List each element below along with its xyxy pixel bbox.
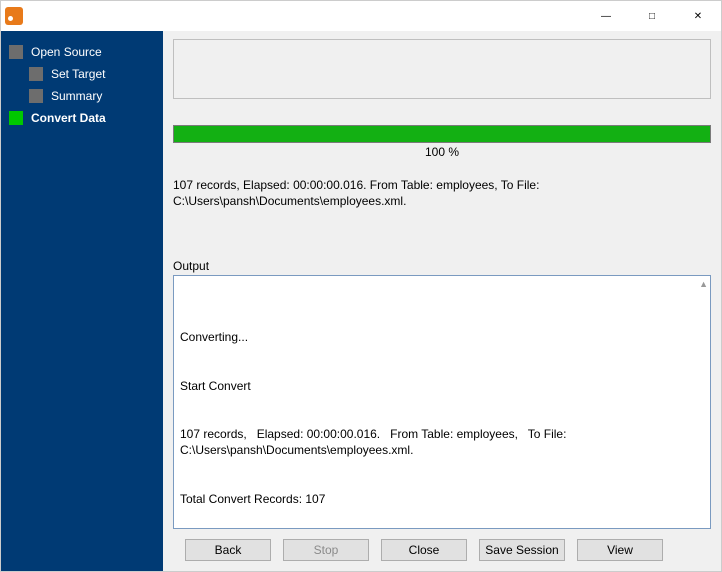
scroll-up-icon[interactable]: ▲ (699, 278, 708, 290)
close-button[interactable]: Close (381, 539, 467, 561)
step-icon (29, 67, 43, 81)
conversion-summary: 107 records, Elapsed: 00:00:00.016. From… (173, 177, 711, 209)
sidebar-item-label: Open Source (31, 45, 102, 59)
sidebar-item-summary[interactable]: Summary (1, 85, 163, 107)
app-icon (5, 7, 23, 25)
back-button[interactable]: Back (185, 539, 271, 561)
main-area: Open Source Set Target Summary Convert D… (1, 31, 721, 571)
button-row: Back Stop Close Save Session View (173, 529, 711, 565)
output-line: Start Convert (180, 378, 704, 394)
sidebar-item-label: Set Target (51, 67, 105, 81)
step-icon-active (9, 111, 23, 125)
sidebar-item-label: Summary (51, 89, 102, 103)
content-pane: 100 % 107 records, Elapsed: 00:00:00.016… (163, 31, 721, 571)
step-icon (29, 89, 43, 103)
close-window-button[interactable]: ✕ (675, 1, 721, 31)
step-icon (9, 45, 23, 59)
output-label: Output (173, 259, 711, 273)
progress-label: 100 % (173, 145, 711, 159)
maximize-button[interactable]: □ (629, 1, 675, 31)
output-line: 107 records, Elapsed: 00:00:00.016. From… (180, 426, 704, 458)
progress-bar (173, 125, 711, 143)
stop-button: Stop (283, 539, 369, 561)
sidebar-item-convert-data[interactable]: Convert Data (1, 107, 163, 129)
output-line: Converting... (180, 329, 704, 345)
sidebar-item-label: Convert Data (31, 111, 106, 125)
view-button[interactable]: View (577, 539, 663, 561)
summary-line: 107 records, Elapsed: 00:00:00.016. From… (173, 177, 711, 193)
progress-section: 100 % (173, 125, 711, 159)
titlebar: — □ ✕ (1, 1, 721, 31)
save-session-button[interactable]: Save Session (479, 539, 565, 561)
sidebar: Open Source Set Target Summary Convert D… (1, 31, 163, 571)
output-textarea[interactable]: ▲ Converting... Start Convert 107 record… (173, 275, 711, 529)
sidebar-item-open-source[interactable]: Open Source (1, 41, 163, 63)
window-controls: — □ ✕ (583, 1, 721, 31)
summary-line: C:\Users\pansh\Documents\employees.xml. (173, 193, 711, 209)
header-panel (173, 39, 711, 99)
output-line: Total Convert Records: 107 (180, 491, 704, 507)
sidebar-item-set-target[interactable]: Set Target (1, 63, 163, 85)
minimize-button[interactable]: — (583, 1, 629, 31)
